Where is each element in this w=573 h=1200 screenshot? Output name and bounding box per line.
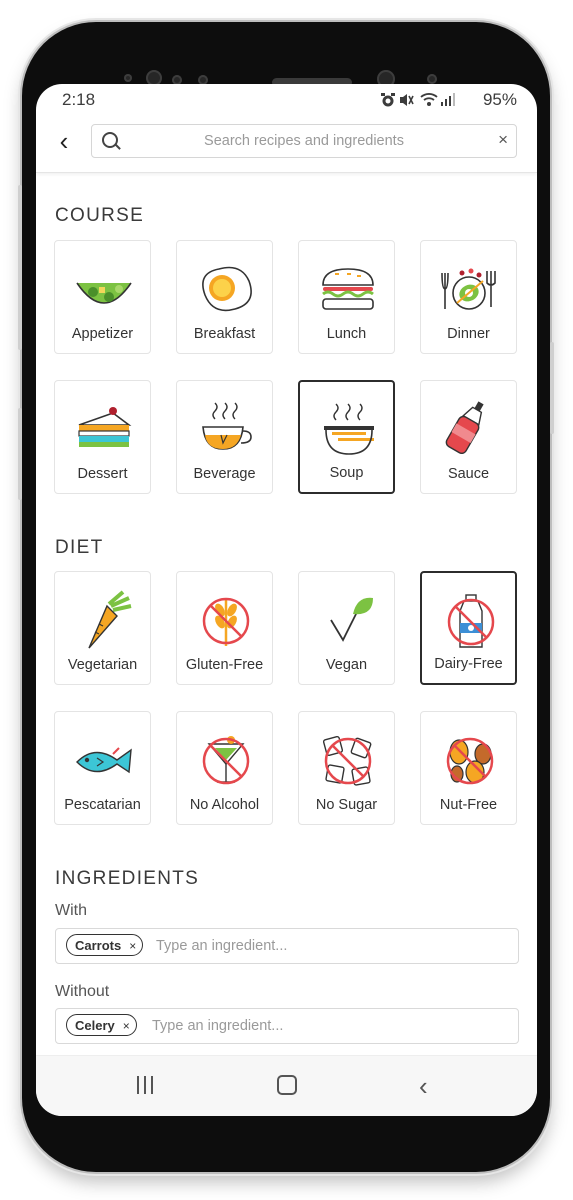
search-bar[interactable]: × <box>91 124 517 158</box>
no-wheat-icon <box>202 597 250 646</box>
course-tile-beverage[interactable]: Beverage <box>176 380 273 494</box>
no-cocktail-icon <box>202 736 250 785</box>
search-input[interactable] <box>132 125 476 157</box>
tile-label: No Sugar <box>315 797 378 813</box>
remove-chip-button[interactable]: × <box>123 1019 130 1033</box>
diet-heading: DIET <box>55 537 104 558</box>
chip-label: Celery <box>75 1018 115 1033</box>
course-tile-soup[interactable]: Soup <box>298 380 395 494</box>
no-sugar-icon <box>322 735 372 786</box>
wifi-icon <box>420 93 438 106</box>
status-bar: 2:18 95% <box>36 84 537 114</box>
search-icon <box>102 132 118 148</box>
signal-icon <box>441 93 455 106</box>
side-button <box>18 185 22 350</box>
without-ingredient-field[interactable]: Celery × <box>55 1008 519 1044</box>
tile-label: Beverage <box>193 466 256 482</box>
tile-label: Dinner <box>447 326 490 342</box>
diet-tile-nut-free[interactable]: Nut-Free <box>420 711 517 825</box>
diet-tile-dairy-free[interactable]: Dairy-Free <box>420 571 517 685</box>
system-back-button[interactable]: ‹ <box>419 1071 428 1102</box>
tile-label: Breakfast <box>193 326 256 342</box>
with-label: With <box>55 902 87 919</box>
diet-tile-pescatarian[interactable]: Pescatarian <box>54 711 151 825</box>
sauce-bottle-icon <box>445 401 484 455</box>
recent-apps-button[interactable] <box>137 1076 155 1094</box>
course-tile-breakfast[interactable]: Breakfast <box>176 240 273 354</box>
soup-bowl-icon <box>324 403 374 455</box>
system-nav-bar: ‹ <box>36 1055 537 1116</box>
back-button[interactable]: ‹ <box>52 126 76 156</box>
course-heading: COURSE <box>55 205 145 226</box>
with-ingredient-field[interactable]: Carrots × <box>55 928 519 964</box>
remove-chip-button[interactable]: × <box>129 939 136 953</box>
side-button <box>550 342 554 434</box>
tile-label: Lunch <box>326 326 367 342</box>
chip-label: Carrots <box>75 938 122 953</box>
tile-label: Gluten-Free <box>185 657 264 673</box>
ingredient-chip-celery[interactable]: Celery × <box>66 1014 137 1036</box>
sensor-dot <box>427 74 437 84</box>
without-label: Without <box>55 983 110 1000</box>
no-milk-icon <box>447 594 495 648</box>
no-nuts-icon <box>446 737 494 785</box>
tile-label: Nut-Free <box>439 797 498 813</box>
course-tile-lunch[interactable]: Lunch <box>298 240 395 354</box>
diet-tile-no-alcohol[interactable]: No Alcohol <box>176 711 273 825</box>
with-ingredient-input[interactable] <box>154 929 438 963</box>
search-header: ‹ × <box>36 116 537 173</box>
carrot-icon <box>88 590 132 649</box>
tile-label: Pescatarian <box>64 797 141 813</box>
home-button[interactable] <box>277 1075 297 1095</box>
battery-percent: 95% <box>482 90 517 109</box>
diet-tile-vegan[interactable]: Vegan <box>298 571 395 685</box>
ingredients-heading: INGREDIENTS <box>55 868 200 889</box>
course-tile-dinner[interactable]: Dinner <box>420 240 517 354</box>
tile-label: Appetizer <box>71 326 134 342</box>
vegan-leaf-icon <box>330 597 373 642</box>
tile-label: Soup <box>329 465 364 481</box>
course-tile-appetizer[interactable]: Appetizer <box>54 240 151 354</box>
tile-label: Vegan <box>325 657 368 673</box>
tile-label: Dessert <box>77 466 128 482</box>
ingredient-chip-carrots[interactable]: Carrots × <box>66 934 144 956</box>
fried-egg-icon <box>202 266 252 312</box>
burger-icon <box>322 268 374 310</box>
salad-bowl-icon <box>76 282 132 304</box>
tile-label: No Alcohol <box>189 797 260 813</box>
tea-cup-icon <box>202 402 252 450</box>
diet-tile-gluten-free[interactable]: Gluten-Free <box>176 571 273 685</box>
fish-icon <box>76 747 132 774</box>
course-tile-dessert[interactable]: Dessert <box>54 380 151 494</box>
tile-label: Vegetarian <box>67 657 138 673</box>
clear-search-button[interactable]: × <box>498 130 508 150</box>
diet-tile-no-sugar[interactable]: No Sugar <box>298 711 395 825</box>
course-tile-sauce[interactable]: Sauce <box>420 380 517 494</box>
alarm-icon <box>381 93 395 107</box>
diet-tile-vegetarian[interactable]: Vegetarian <box>54 571 151 685</box>
sensor-dot <box>124 74 132 82</box>
without-ingredient-input[interactable] <box>150 1009 434 1043</box>
cake-slice-icon <box>78 407 132 447</box>
dinner-plate-icon <box>441 268 496 310</box>
mute-icon <box>400 94 414 106</box>
side-button <box>18 408 22 500</box>
tile-label: Sauce <box>447 466 490 482</box>
status-time: 2:18 <box>62 90 96 109</box>
screen: 2:18 95% ‹ × COURSE Appetizer Breakfast <box>36 84 537 1116</box>
tile-label: Dairy-Free <box>434 656 503 672</box>
